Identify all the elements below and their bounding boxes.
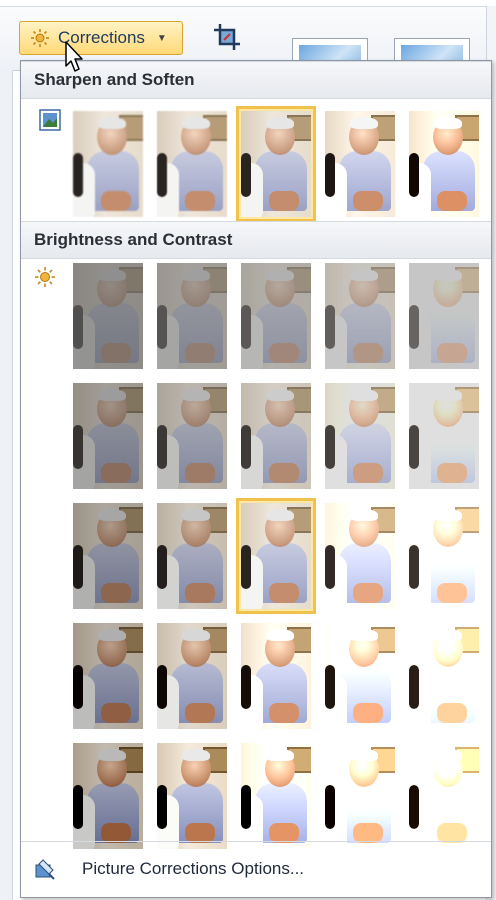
corrections-button[interactable]: Corrections ▼ [19, 21, 183, 55]
correction-preset-thumbnail[interactable] [325, 743, 395, 849]
brightness-row [73, 263, 479, 369]
correction-preset-thumbnail[interactable] [157, 111, 227, 217]
correction-preset-thumbnail[interactable] [325, 503, 395, 609]
correction-preset-thumbnail[interactable] [73, 263, 143, 369]
correction-preset-thumbnail[interactable] [241, 263, 311, 369]
section-header-sharpen: Sharpen and Soften [21, 61, 491, 99]
picture-corrections-options[interactable]: Picture Corrections Options... [21, 843, 491, 895]
correction-preset-thumbnail[interactable] [73, 503, 143, 609]
sharpen-thumbnails [73, 106, 479, 222]
correction-preset-thumbnail[interactable] [325, 623, 395, 729]
correction-preset-thumbnail[interactable] [409, 623, 479, 729]
sharpen-soften-icon [39, 109, 61, 131]
picture-format-icon [35, 859, 55, 880]
correction-preset-thumbnail[interactable] [157, 503, 227, 609]
correction-preset-thumbnail[interactable] [73, 383, 143, 489]
divider [21, 841, 491, 842]
brightness-row [73, 498, 479, 614]
correction-preset-thumbnail[interactable] [241, 383, 311, 489]
correction-preset-thumbnail[interactable] [157, 743, 227, 849]
correction-preset-thumbnail[interactable] [157, 623, 227, 729]
document-left-edge [0, 70, 13, 900]
correction-preset-thumbnail[interactable] [241, 743, 311, 849]
correction-preset-thumbnail[interactable] [409, 263, 479, 369]
sun-icon [31, 29, 49, 47]
brightness-row [73, 743, 479, 849]
correction-preset-thumbnail[interactable] [73, 743, 143, 849]
chevron-down-icon: ▼ [156, 32, 167, 44]
correction-preset-thumbnail[interactable] [236, 106, 316, 222]
corrections-gallery: Sharpen and Soften Brightness and Contra… [20, 60, 492, 898]
correction-preset-thumbnail[interactable] [157, 383, 227, 489]
mouse-cursor-icon [65, 41, 83, 72]
correction-preset-thumbnail[interactable] [409, 111, 479, 217]
correction-preset-thumbnail[interactable] [236, 498, 316, 614]
correction-preset-thumbnail[interactable] [241, 623, 311, 729]
crop-icon[interactable] [212, 22, 242, 52]
correction-preset-thumbnail[interactable] [409, 503, 479, 609]
correction-preset-thumbnail[interactable] [325, 383, 395, 489]
ribbon-top-border [0, 0, 496, 7]
correction-preset-thumbnail[interactable] [73, 111, 143, 217]
correction-preset-thumbnail[interactable] [157, 263, 227, 369]
correction-preset-thumbnail[interactable] [409, 743, 479, 849]
correction-preset-thumbnail[interactable] [325, 111, 395, 217]
correction-preset-thumbnail[interactable] [73, 623, 143, 729]
section-header-brightness: Brightness and Contrast [21, 221, 491, 259]
brightness-row [73, 623, 479, 729]
picture-corrections-options-label: Picture Corrections Options... [82, 859, 305, 878]
sun-icon [35, 267, 55, 287]
correction-preset-thumbnail[interactable] [325, 263, 395, 369]
correction-preset-thumbnail[interactable] [409, 383, 479, 489]
brightness-row [73, 383, 479, 489]
